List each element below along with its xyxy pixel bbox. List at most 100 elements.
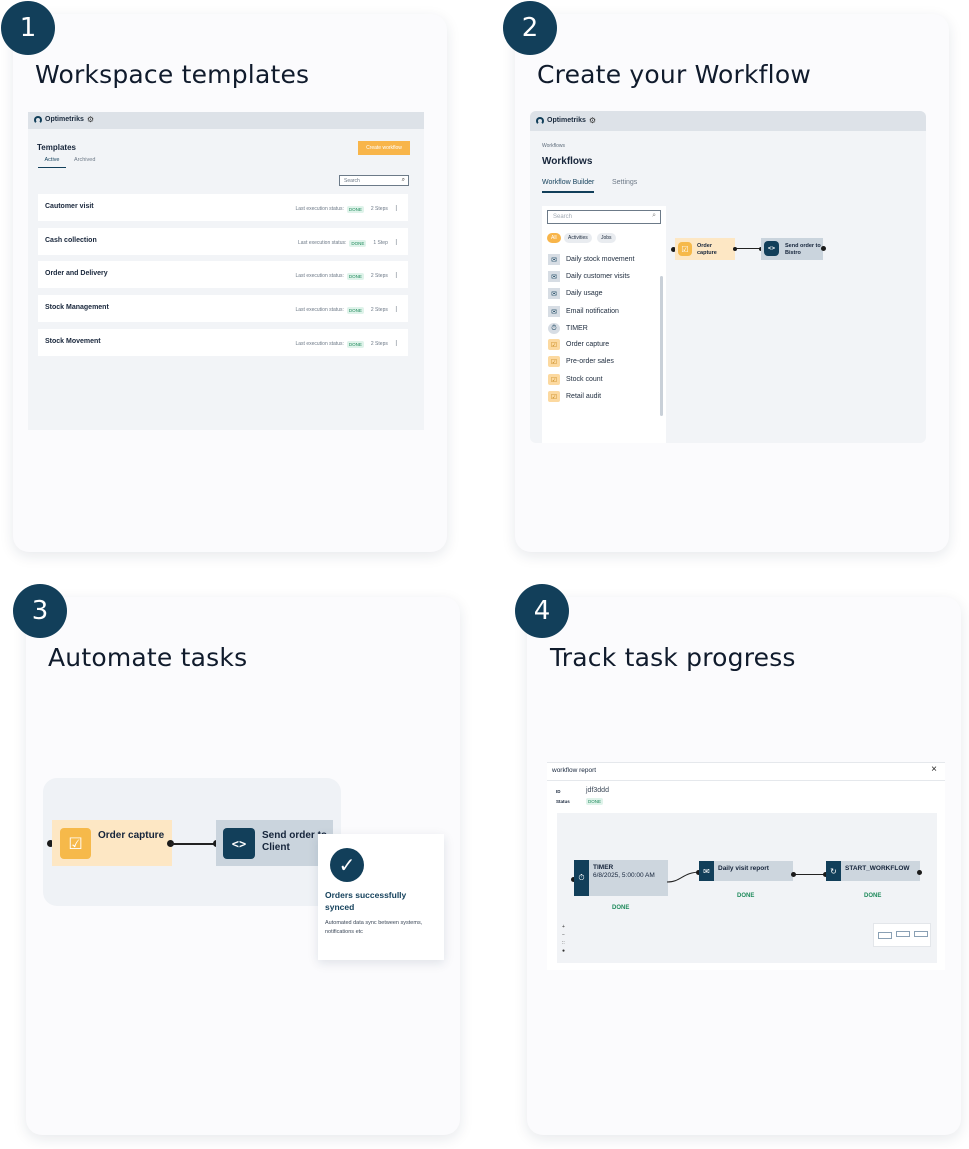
template-row[interactable]: Cautomer visit Last execution status: DON… (38, 194, 408, 221)
more-menu-icon[interactable]: ⠇ (395, 239, 400, 247)
search-icon: ⌕ (401, 177, 405, 183)
form-icon: ☑ (548, 374, 560, 385)
node-title: TIMER (593, 864, 614, 871)
node-detail: 6/8/2025, 5:00:00 AM (593, 872, 655, 880)
filter-activities[interactable]: Activities (564, 233, 592, 243)
breadcrumb[interactable]: Workflows (542, 143, 565, 149)
zoom-in-button[interactable]: + (562, 923, 565, 931)
activity-label: Daily stock movement (566, 256, 635, 263)
tab-settings[interactable]: Settings (612, 179, 637, 186)
template-name: Cash collection (45, 237, 97, 244)
activity-item[interactable]: ☑ Order capture (548, 339, 609, 350)
template-name: Stock Movement (45, 338, 101, 345)
status-badge: DONE (346, 205, 364, 213)
more-menu-icon[interactable]: ⠇ (395, 306, 400, 314)
filter-jobs[interactable]: Jobs (597, 233, 616, 243)
minimap-node (896, 931, 910, 937)
step-number-badge: 4 (515, 584, 569, 638)
activity-item[interactable]: ☑ Pre-order sales (548, 356, 614, 367)
template-meta: Last execution status: DONE 2 Steps ⠇ (296, 306, 400, 314)
scrollbar[interactable] (660, 276, 663, 416)
more-menu-icon[interactable]: ⠇ (395, 205, 400, 213)
brand[interactable]: Optimetriks ⚙ (34, 115, 94, 124)
template-name: Stock Management (45, 304, 109, 311)
step-title: Automate tasks (48, 643, 248, 672)
id-label: ID (556, 789, 561, 794)
mail-icon: ✉ (548, 306, 560, 317)
template-meta: Last execution status: DONE 1 Step ⠇ (298, 239, 400, 247)
activity-label: TIMER (566, 325, 588, 332)
mail-icon: ✉ (699, 861, 714, 881)
activity-label: Email notification (566, 308, 619, 315)
report-node-start-workflow[interactable]: ↻ START_WORKFLOW (826, 861, 920, 881)
canvas-node-order-capture[interactable]: ☑ Order capture (675, 238, 735, 260)
header-divider (547, 780, 945, 781)
zoom-out-button[interactable]: − (562, 931, 565, 939)
more-menu-icon[interactable]: ⠇ (395, 272, 400, 280)
logo-icon (536, 116, 544, 125)
node-send-order[interactable]: <> Send order to Client (216, 820, 333, 866)
node-title: START_WORKFLOW (845, 865, 910, 872)
gear-icon[interactable]: ⚙ (87, 115, 94, 124)
template-row[interactable]: Cash collection Last execution status: DO… (38, 228, 408, 255)
step-count: 2 Steps (370, 341, 388, 347)
step-number-badge: 3 (13, 584, 67, 638)
code-icon: <> (764, 241, 779, 256)
tab-active[interactable]: Active (38, 157, 66, 168)
page-title: Templates (37, 143, 76, 152)
form-icon: ☑ (548, 391, 560, 402)
lock-button[interactable]: ● (562, 947, 565, 955)
activity-item[interactable]: ⏱ TIMER (548, 323, 588, 334)
search-icon: ⌕ (652, 212, 656, 219)
template-row[interactable]: Order and Delivery Last execution status… (38, 261, 408, 288)
node-title: Daily visit report (718, 865, 769, 872)
brand-name: Optimetriks (45, 116, 84, 123)
fit-view-button[interactable]: :: (562, 939, 565, 947)
create-workflow-button[interactable]: Create workflow (358, 141, 410, 155)
success-title: Orders successfully synced (325, 890, 407, 913)
gear-icon[interactable]: ⚙ (589, 116, 596, 125)
minimap[interactable] (873, 923, 931, 947)
dialog-title: workflow report (552, 767, 597, 774)
report-node-daily-visit[interactable]: ✉ Daily visit report (699, 861, 793, 881)
tab-workflow-builder[interactable]: Workflow Builder (542, 179, 595, 193)
mail-icon: ✉ (548, 254, 560, 265)
connector-dot (733, 247, 737, 251)
close-icon[interactable]: × (931, 764, 937, 775)
refresh-icon: ↻ (826, 861, 841, 881)
report-node-timer[interactable]: ⏱ TIMER 6/8/2025, 5:00:00 AM (574, 860, 668, 896)
activity-item[interactable]: ☑ Stock count (548, 374, 603, 385)
activity-item[interactable]: ☑ Retail audit (548, 391, 601, 402)
more-menu-icon[interactable]: ⠇ (395, 340, 400, 348)
search-input[interactable]: Search ⌕ (339, 175, 409, 186)
connector-dot (791, 872, 796, 877)
node-label: Order capture (98, 830, 165, 841)
template-row[interactable]: Stock Movement Last execution status: DON… (38, 329, 408, 356)
status-label: Last execution status: (295, 206, 344, 212)
timer-icon: ⏱ (548, 323, 560, 334)
zoom-controls: + − :: ● (562, 923, 565, 955)
brand[interactable]: Optimetriks ⚙ (536, 116, 596, 125)
form-icon: ☑ (60, 828, 91, 859)
connector-line (171, 843, 217, 845)
activity-label: Pre-order sales (566, 358, 614, 365)
activity-item[interactable]: ✉ Daily customer visits (548, 271, 630, 282)
template-row[interactable]: Stock Management Last execution status: D… (38, 295, 408, 322)
activity-item[interactable]: ✉ Daily stock movement (548, 254, 634, 265)
tab-archived[interactable]: Archived (74, 157, 95, 163)
search-placeholder: Search (553, 214, 573, 220)
filter-all[interactable]: All (547, 233, 561, 243)
minimap-node (878, 932, 892, 939)
app-header: Optimetriks ⚙ (530, 111, 926, 131)
template-meta: Last execution status: DONE 2 Steps ⠇ (295, 205, 400, 213)
success-text: Automated data sync between systems, not… (325, 920, 423, 935)
templates-screen: Optimetriks ⚙ Templates Create workflow … (28, 112, 424, 430)
timer-icon: ⏱ (574, 860, 589, 896)
node-order-capture[interactable]: ☑ Order capture (52, 820, 172, 866)
activity-item[interactable]: ✉ Daily usage (548, 288, 603, 299)
search-input[interactable]: Search ⌕ (547, 210, 661, 224)
form-icon: ☑ (678, 242, 692, 256)
report-canvas: ⏱ TIMER 6/8/2025, 5:00:00 AM DONE ✉ Daily… (557, 813, 937, 963)
canvas-node-send-order[interactable]: <> Send order to Bistro (761, 238, 823, 260)
activity-item[interactable]: ✉ Email notification (548, 306, 619, 317)
